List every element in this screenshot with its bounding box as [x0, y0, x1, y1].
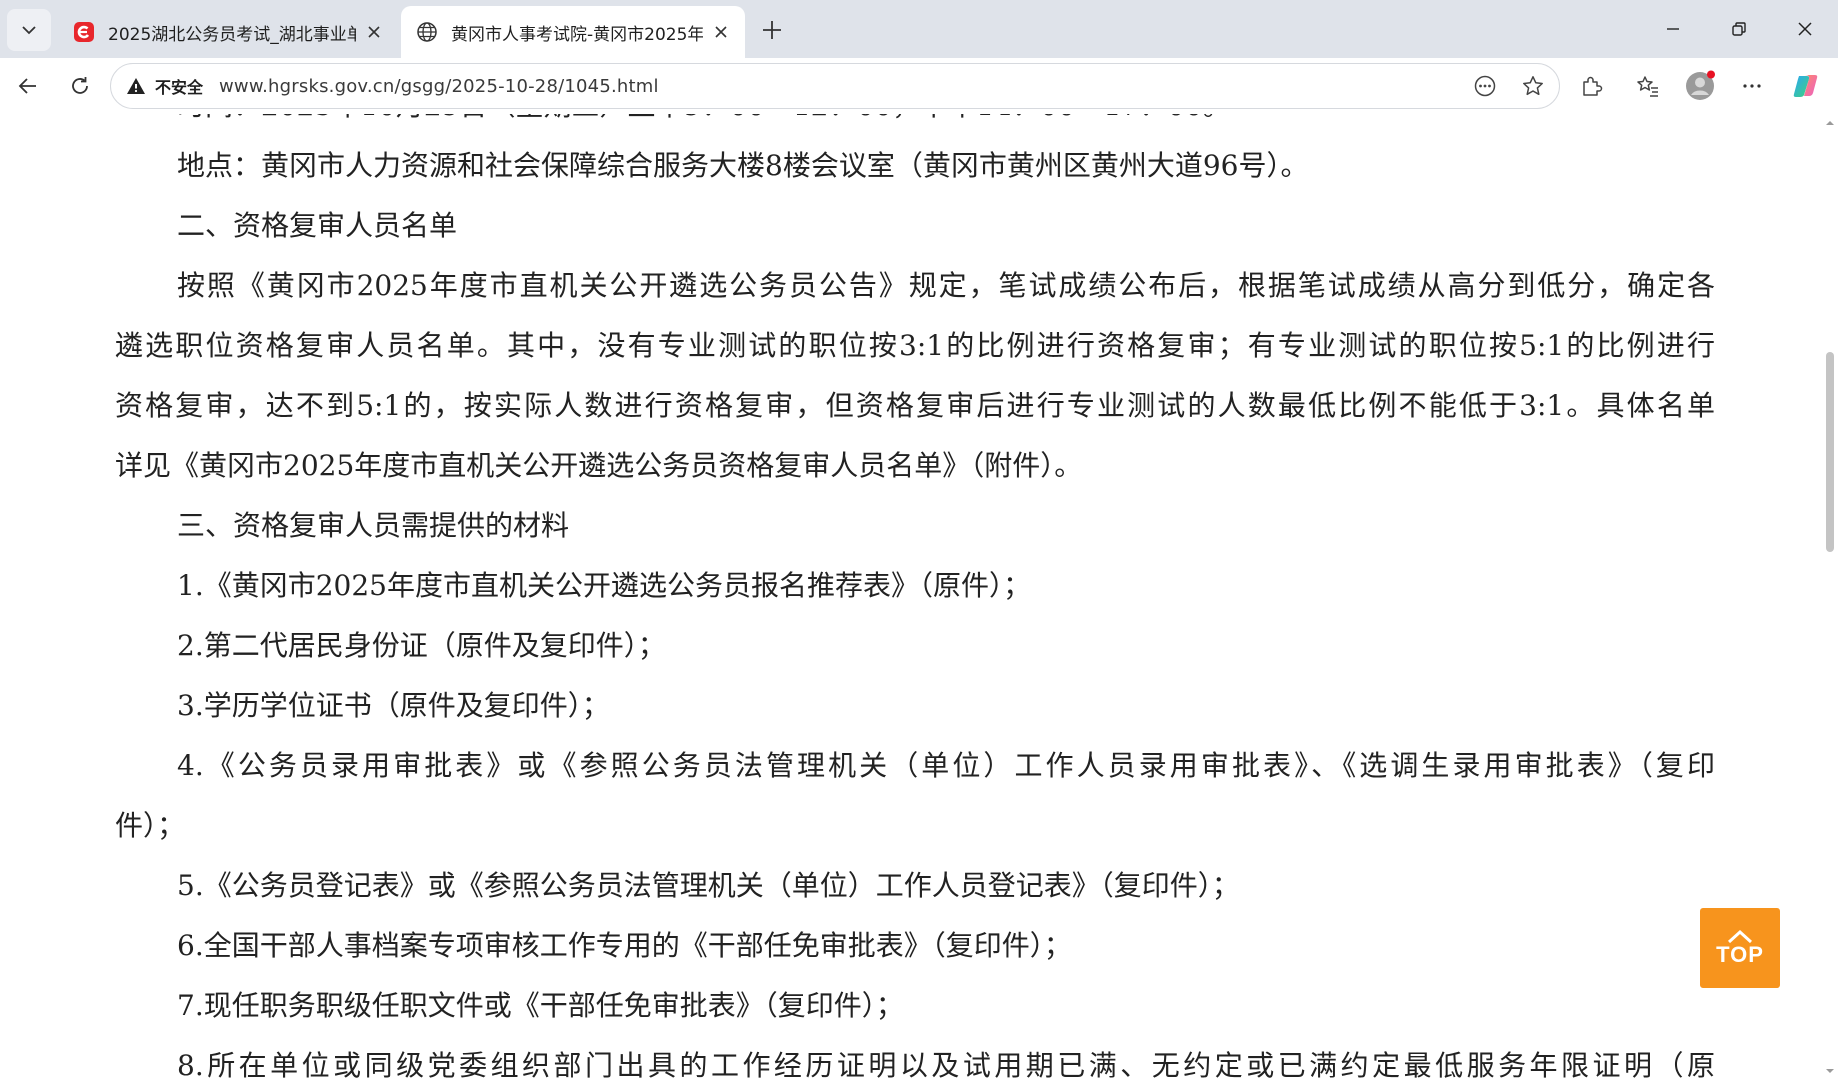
article-line: 7.现任职务职级任职文件或《干部任免审批表》（复印件）； — [177, 989, 904, 1022]
close-window-button[interactable] — [1772, 0, 1838, 58]
close-icon — [1798, 22, 1812, 36]
puzzle-icon — [1583, 76, 1603, 96]
page-scrollbar[interactable] — [1822, 114, 1838, 1080]
article-line: 三、资格复审人员需提供的材料 — [177, 509, 570, 542]
scroll-down-arrow-icon[interactable] — [1825, 1066, 1835, 1076]
tab-hgrsks[interactable]: 黄冈市人事考试院-黄冈市2025年度 — [401, 6, 745, 58]
browser-toolbar: 不安全 www.hgrsks.gov.cn/gsgg/2025-10-28/10… — [0, 58, 1838, 114]
article-line: 按照《黄冈市2025年度市直机关公开遴选公务员公告》规定，笔试成绩公布后，根据笔… — [177, 269, 1715, 302]
refresh-button[interactable] — [60, 66, 100, 106]
close-icon[interactable] — [709, 20, 733, 44]
tab-title: 黄冈市人事考试院-黄冈市2025年度 — [451, 24, 703, 45]
article-line: 8.所在单位或同级党委组织部门出具的工作经历证明以及试用期已满、无约定或已满约定… — [177, 1049, 1715, 1080]
tab-title: 2025湖北公务员考试_湖北事业单位 — [108, 24, 356, 45]
url-text[interactable]: www.hgrsks.gov.cn/gsgg/2025-10-28/1045.h… — [219, 76, 659, 97]
article-line: 6.全国干部人事档案专项审核工作专用的《干部任免审批表》（复印件）； — [177, 929, 1072, 962]
red-brand-icon — [72, 20, 96, 44]
ellipsis-icon — [1743, 84, 1761, 88]
favorite-button[interactable] — [1515, 68, 1551, 104]
article-line-partial: 时间：2025年10月29日（星期三）上午9：00—12：00，下午14：00—… — [115, 114, 1231, 136]
settings-more-button[interactable] — [1732, 66, 1772, 106]
article-line: 资格复审，达不到5:1的，按实际人数进行资格复审，但资格复审后进行专业测试的人数… — [115, 389, 1715, 422]
back-to-top-label: TOP — [1716, 942, 1764, 967]
article-line: 1.《黄冈市2025年度市直机关公开遴选公务员报名推荐表》（原件）； — [177, 569, 1031, 602]
new-tab-button[interactable] — [754, 12, 790, 48]
copilot-icon — [1793, 75, 1818, 97]
article-line: 5.《公务员登记表》或《参照公务员法管理机关（单位）工作人员登记表》（复印件）； — [177, 869, 1240, 902]
minimize-icon — [1667, 28, 1679, 30]
article-line: 地点：黄冈市人力资源和社会保障综合服务大楼8楼会议室（黄冈市黄州区黄州大道96号… — [177, 149, 1309, 182]
copilot-button[interactable] — [1786, 66, 1826, 106]
restore-button[interactable] — [1706, 0, 1772, 58]
scrollbar-thumb[interactable] — [1826, 352, 1834, 552]
tab-actions-menu-button[interactable] — [7, 9, 51, 51]
tab-hubei-exam[interactable]: 2025湖北公务员考试_湖北事业单位 — [58, 6, 398, 58]
restore-icon — [1732, 22, 1746, 36]
close-icon[interactable] — [362, 20, 386, 44]
scroll-up-arrow-icon[interactable] — [1825, 118, 1835, 128]
favorites-button[interactable] — [1628, 66, 1668, 106]
security-label[interactable]: 不安全 — [155, 74, 203, 98]
plus-icon — [763, 21, 781, 39]
chevron-down-icon — [22, 26, 36, 35]
arrow-left-icon — [18, 78, 36, 94]
article-line: 详见《黄冈市2025年度市直机关公开遴选公务员资格复审人员名单》（附件）。 — [115, 449, 1083, 482]
article-line: 二、资格复审人员名单 — [177, 209, 458, 242]
minimize-button[interactable] — [1640, 0, 1706, 58]
favorites-list-icon — [1637, 76, 1658, 97]
article-line: 4.《公务员录用审批表》或《参照公务员法管理机关（单位）工作人员录用审批表》、《… — [177, 749, 1715, 782]
warning-icon[interactable] — [125, 75, 147, 97]
back-button[interactable] — [8, 66, 48, 106]
article-line: 2.第二代居民身份证（原件及复印件）； — [177, 629, 666, 662]
extensions-button[interactable] — [1572, 66, 1612, 106]
profile-button[interactable] — [1680, 66, 1720, 106]
refresh-icon — [72, 77, 88, 94]
back-to-top-button[interactable]: TOP — [1700, 908, 1780, 988]
avatar-icon — [1686, 70, 1715, 100]
more-circle-icon — [1474, 75, 1496, 97]
address-bar[interactable]: 不安全 www.hgrsks.gov.cn/gsgg/2025-10-28/10… — [110, 63, 1560, 109]
reading-mode-button[interactable] — [1467, 68, 1503, 104]
tab-strip: 2025湖北公务员考试_湖北事业单位 黄冈市人事考试院-黄冈市2025年度 — [0, 0, 1838, 58]
star-icon — [1523, 76, 1543, 96]
globe-icon — [415, 20, 439, 44]
article-line: 件）； — [115, 809, 186, 842]
article-line: 遴选职位资格复审人员名单。其中，没有专业测试的职位按3:1的比例进行资格复审；有… — [115, 329, 1715, 362]
article-line: 3.学历学位证书（原件及复印件）； — [177, 689, 610, 722]
web-page-content: 时间：2025年10月29日（星期三）上午9：00—12：00，下午14：00—… — [0, 114, 1838, 1080]
